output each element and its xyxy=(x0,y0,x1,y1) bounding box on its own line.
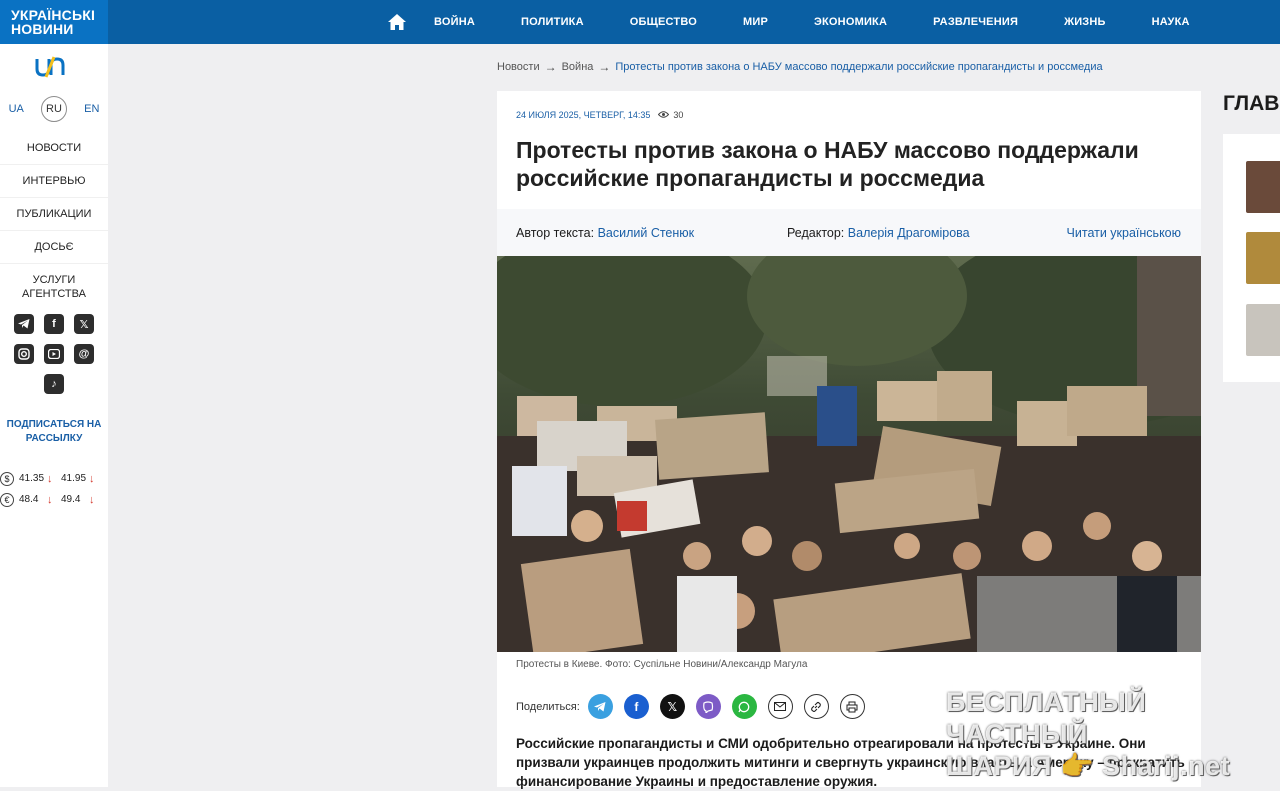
article-meta: 24 ИЮЛЯ 2025, ЧЕТВЕРГ, 14:35 30 xyxy=(516,110,683,120)
arrow-down-icon: ↓ xyxy=(47,472,53,485)
rate-row-usd: $ 41.35 ↓ 41.95 ↓ xyxy=(0,468,103,489)
print-icon[interactable] xyxy=(839,694,865,719)
watermark: БЕСПЛАТНЫЙ ЧАСТНЫЙ ШАРИЯ 👉 Sharij.net xyxy=(946,686,1280,782)
mail-icon[interactable] xyxy=(767,694,793,719)
tiktok-icon[interactable]: ♪ xyxy=(44,374,64,394)
sidebar-item-publications[interactable]: ПУБЛИКАЦИИ xyxy=(0,197,108,230)
nav-economy[interactable]: ЭКОНОМИКА xyxy=(814,16,887,28)
hand-pointer-icon: 👉 xyxy=(1059,751,1095,781)
read-ukrainian-link[interactable]: Читати українською xyxy=(1067,226,1181,240)
editor-link[interactable]: Валерія Драгомірова xyxy=(848,226,970,240)
lang-ua[interactable]: UA xyxy=(9,103,24,115)
views-count: 30 xyxy=(673,110,684,120)
nav-society[interactable]: ОБЩЕСТВО xyxy=(630,16,697,28)
watermark-line2-right: Sharij.net xyxy=(1102,751,1231,781)
home-icon[interactable] xyxy=(388,14,406,30)
breadcrumb-news[interactable]: Новости xyxy=(497,61,540,73)
telegram-icon[interactable] xyxy=(587,694,613,719)
social-links: f 𝕏 @ ♪ xyxy=(10,314,98,394)
nav-life[interactable]: ЖИЗНЬ xyxy=(1064,16,1106,28)
sidebar-nav: НОВОСТИ ИНТЕРВЬЮ ПУБЛИКАЦИИ ДОСЬЄ УСЛУГИ… xyxy=(0,132,108,310)
link-icon[interactable] xyxy=(803,694,829,719)
euro-icon: € xyxy=(0,492,14,507)
author-label: Автор текста: xyxy=(516,226,595,240)
threads-icon[interactable]: @ xyxy=(74,344,94,364)
breadcrumb: Новости → Война → Протесты против закона… xyxy=(497,60,1103,74)
un-logo-icon[interactable] xyxy=(34,55,66,84)
nav-politics[interactable]: ПОЛИТИКА xyxy=(521,16,584,28)
article-photo xyxy=(497,256,1201,652)
sidebar-item-interview[interactable]: ИНТЕРВЬЮ xyxy=(0,164,108,197)
eye-icon xyxy=(658,110,670,120)
sidebar-item-news[interactable]: НОВОСТИ xyxy=(0,132,108,164)
editor-label: Редактор: xyxy=(787,226,845,240)
breadcrumb-war[interactable]: Война xyxy=(562,61,594,73)
author-link[interactable]: Василий Стенюк xyxy=(598,226,695,240)
rate-sell: 49.4 xyxy=(61,494,81,505)
editor-block: Редактор: Валерія Драгомірова xyxy=(787,226,970,240)
news-thumbnail[interactable] xyxy=(1246,161,1280,213)
viber-icon[interactable] xyxy=(695,694,721,719)
share-label: Поделиться: xyxy=(516,700,580,713)
arrow-down-icon: ↓ xyxy=(89,493,95,506)
sidebar-item-agency-services[interactable]: УСЛУГИ АГЕНТСТВА xyxy=(0,263,108,310)
article-card: 24 ИЮЛЯ 2025, ЧЕТВЕРГ, 14:35 30 Протесты… xyxy=(497,91,1201,789)
dollar-icon: $ xyxy=(0,471,14,486)
rate-buy: 41.35 xyxy=(19,473,45,484)
brand-title-line1: УКРАЇНСЬКІ xyxy=(11,7,96,23)
watermark-line2: ШАРИЯ 👉 Sharij.net xyxy=(946,750,1280,782)
sidebar-item-dossier[interactable]: ДОСЬЄ xyxy=(0,230,108,263)
brand-logo[interactable]: УКРАЇНСЬКІ НОВИНИ xyxy=(0,0,108,44)
facebook-icon[interactable]: f xyxy=(44,314,64,334)
main-news-list xyxy=(1223,134,1280,382)
share-bar: Поделиться: f 𝕏 xyxy=(516,694,876,719)
breadcrumb-current[interactable]: Протесты против закона о НАБУ массово по… xyxy=(615,61,1102,73)
watermark-line1: БЕСПЛАТНЫЙ ЧАСТНЫЙ xyxy=(946,687,1147,749)
article-authors: Автор текста: Василий Стенюк Редактор: В… xyxy=(497,209,1201,257)
news-thumbnail[interactable] xyxy=(1246,232,1280,284)
arrow-down-icon: ↓ xyxy=(89,472,95,485)
nav-world[interactable]: МИР xyxy=(743,16,768,28)
article-date: 24 ИЮЛЯ 2025, ЧЕТВЕРГ, 14:35 xyxy=(516,110,651,120)
top-nav: ВОЙНА ПОЛИТИКА ОБЩЕСТВО МИР ЭКОНОМИКА РА… xyxy=(388,0,1190,44)
lang-en[interactable]: EN xyxy=(84,103,99,115)
news-thumbnail[interactable] xyxy=(1246,304,1280,356)
instagram-icon[interactable] xyxy=(14,344,34,364)
whatsapp-icon[interactable] xyxy=(731,694,757,719)
x-icon[interactable]: 𝕏 xyxy=(74,314,94,334)
arrow-right-icon: → xyxy=(544,60,557,74)
rate-sell: 41.95 xyxy=(61,473,87,484)
lang-ru[interactable]: RU xyxy=(40,96,67,122)
nav-entertainment[interactable]: РАЗВЛЕЧЕНИЯ xyxy=(933,16,1018,28)
language-switcher: UA RU EN xyxy=(0,96,108,122)
author-block: Автор текста: Василий Стенюк xyxy=(516,226,694,240)
facebook-icon[interactable]: f xyxy=(623,694,649,719)
watermark-line2-left: ШАРИЯ xyxy=(946,751,1052,781)
arrow-right-icon: → xyxy=(598,60,611,74)
rate-row-eur: € 48.4 ↓ 49.4 ↓ xyxy=(0,489,103,510)
x-icon[interactable]: 𝕏 xyxy=(659,694,685,719)
left-sidebar: УКРАЇНСЬКІ НОВИНИ UA RU EN НОВОСТИ ИНТЕР… xyxy=(0,0,108,787)
main-news-heading: ГЛАВ xyxy=(1223,92,1280,115)
article-title: Протесты против закона о НАБУ массово по… xyxy=(516,137,1139,191)
telegram-icon[interactable] xyxy=(14,314,34,334)
arrow-down-icon: ↓ xyxy=(47,493,53,506)
rate-buy: 48.4 xyxy=(19,494,39,505)
brand-title-line2: НОВИНИ xyxy=(11,21,74,37)
youtube-icon[interactable] xyxy=(44,344,64,364)
subscribe-link[interactable]: ПОДПИСАТЬСЯ НА РАССЫЛКУ xyxy=(0,418,108,446)
photo-caption: Протесты в Киеве. Фото: Суспільне Новини… xyxy=(516,659,808,670)
nav-war[interactable]: ВОЙНА xyxy=(434,16,475,28)
currency-rates: $ 41.35 ↓ 41.95 ↓ € 48.4 ↓ 49.4 ↓ xyxy=(0,468,103,510)
nav-science[interactable]: НАУКА xyxy=(1152,16,1190,28)
